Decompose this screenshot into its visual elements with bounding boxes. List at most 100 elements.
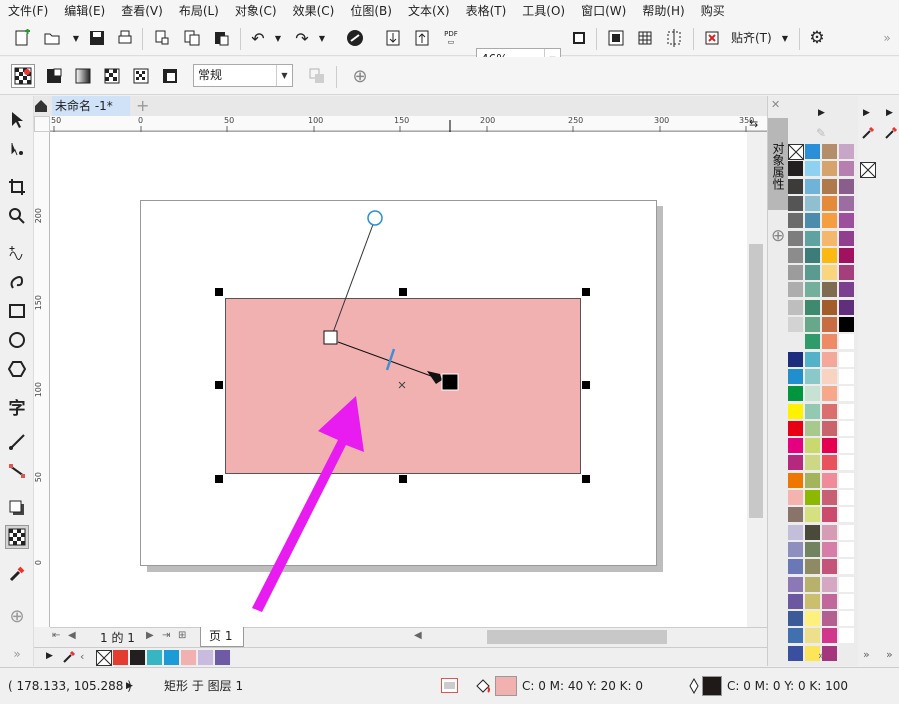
no-color-swatch[interactable]	[788, 144, 804, 160]
palette-scroll-down-icon[interactable]: »	[863, 648, 870, 661]
color-swatch[interactable]	[822, 230, 838, 247]
fill-color-swatch[interactable]	[495, 676, 517, 696]
color-swatch[interactable]	[839, 178, 855, 195]
color-swatch[interactable]	[822, 541, 838, 558]
color-swatch[interactable]	[788, 628, 804, 645]
color-swatch[interactable]	[839, 230, 855, 247]
color-swatch[interactable]	[805, 368, 821, 385]
document-color-swatch[interactable]	[130, 650, 146, 666]
color-swatch[interactable]	[788, 403, 804, 420]
color-swatch[interactable]	[822, 178, 838, 195]
fill-bucket-icon[interactable]	[474, 678, 492, 697]
color-swatch[interactable]	[788, 645, 804, 662]
eyedropper-icon[interactable]	[884, 126, 898, 143]
color-swatch[interactable]	[839, 438, 855, 455]
color-swatch[interactable]	[805, 507, 821, 524]
color-swatch[interactable]	[839, 420, 855, 437]
color-swatch[interactable]	[822, 490, 838, 506]
document-color-swatch[interactable]	[215, 650, 231, 666]
color-swatch[interactable]	[788, 576, 804, 593]
color-swatch[interactable]	[839, 541, 855, 558]
color-swatch[interactable]	[805, 490, 821, 506]
color-swatch[interactable]	[839, 195, 855, 212]
color-swatch[interactable]	[839, 403, 855, 420]
color-swatch[interactable]	[805, 403, 821, 420]
color-swatch[interactable]	[822, 472, 838, 489]
color-swatch[interactable]	[805, 144, 821, 160]
color-swatch[interactable]	[805, 628, 821, 645]
fill-type-icon[interactable]	[441, 678, 458, 693]
docker-close-icon[interactable]: ✕	[771, 98, 780, 111]
color-swatch[interactable]	[822, 334, 838, 351]
color-swatch[interactable]	[805, 559, 821, 576]
color-swatch[interactable]	[822, 438, 838, 455]
color-swatch[interactable]	[788, 420, 804, 437]
color-swatch[interactable]	[839, 611, 855, 628]
color-swatch[interactable]	[839, 144, 855, 160]
color-swatch[interactable]	[788, 178, 804, 195]
document-color-swatch[interactable]	[113, 650, 129, 666]
color-swatch[interactable]	[822, 403, 838, 420]
color-swatch[interactable]	[805, 299, 821, 316]
color-swatch[interactable]	[822, 524, 838, 541]
color-swatch[interactable]	[805, 593, 821, 610]
palette-menu-icon[interactable]: ▶	[818, 108, 825, 118]
color-swatch[interactable]	[822, 593, 838, 610]
page-tab[interactable]: 页 1	[200, 627, 244, 647]
color-swatch[interactable]	[805, 472, 821, 489]
color-swatch[interactable]	[788, 230, 804, 247]
color-swatch[interactable]	[822, 611, 838, 628]
color-swatch[interactable]	[805, 195, 821, 212]
palette-scroll-down-icon[interactable]: »	[886, 648, 893, 661]
color-swatch[interactable]	[822, 368, 838, 385]
color-swatch[interactable]	[839, 628, 855, 645]
color-swatch[interactable]	[788, 161, 804, 178]
color-swatch[interactable]	[805, 420, 821, 437]
color-swatch[interactable]	[788, 299, 804, 316]
color-swatch[interactable]	[839, 559, 855, 576]
color-swatch[interactable]	[805, 576, 821, 593]
vertical-scroll-thumb[interactable]	[749, 244, 763, 518]
color-swatch[interactable]	[788, 559, 804, 576]
color-swatch[interactable]	[805, 334, 821, 351]
color-swatch[interactable]	[805, 213, 821, 230]
color-swatch[interactable]	[822, 144, 838, 160]
color-swatch[interactable]	[822, 351, 838, 368]
color-swatch[interactable]	[839, 334, 855, 351]
color-swatch[interactable]	[822, 213, 838, 230]
color-swatch[interactable]	[788, 368, 804, 385]
no-color-swatch[interactable]	[860, 162, 876, 178]
color-swatch[interactable]	[788, 593, 804, 610]
color-swatch[interactable]	[839, 351, 855, 368]
document-color-swatch[interactable]	[181, 650, 197, 666]
color-swatch[interactable]	[822, 299, 838, 316]
palette-scroll-down-icon[interactable]: »	[818, 649, 825, 662]
color-swatch[interactable]	[822, 559, 838, 576]
color-swatch[interactable]	[805, 230, 821, 247]
color-swatch[interactable]	[822, 420, 838, 437]
color-swatch[interactable]	[839, 386, 855, 403]
color-swatch[interactable]	[788, 386, 804, 403]
color-swatch[interactable]	[822, 282, 838, 299]
palette-menu-icon[interactable]: ▶	[46, 651, 53, 661]
color-swatch[interactable]	[839, 282, 855, 299]
object-properties-tab[interactable]: 对象属性	[768, 118, 788, 210]
color-swatch[interactable]	[805, 386, 821, 403]
color-swatch[interactable]	[805, 438, 821, 455]
outline-pen-icon[interactable]	[688, 677, 700, 697]
color-swatch[interactable]	[788, 317, 804, 333]
color-swatch[interactable]	[822, 265, 838, 282]
color-swatch[interactable]	[788, 438, 804, 455]
color-swatch[interactable]	[839, 161, 855, 178]
eyedropper-icon[interactable]	[861, 126, 875, 143]
no-color-swatch[interactable]	[96, 650, 112, 666]
color-swatch[interactable]	[788, 351, 804, 368]
eyedropper-icon[interactable]: ✎	[816, 126, 826, 140]
color-swatch[interactable]	[805, 161, 821, 178]
color-swatch[interactable]	[822, 161, 838, 178]
color-swatch[interactable]	[805, 178, 821, 195]
color-swatch[interactable]	[805, 351, 821, 368]
prev-page-icon[interactable]: ◀	[68, 630, 76, 641]
palette-scroll-left-icon[interactable]: ‹	[80, 650, 84, 663]
color-swatch[interactable]	[822, 507, 838, 524]
